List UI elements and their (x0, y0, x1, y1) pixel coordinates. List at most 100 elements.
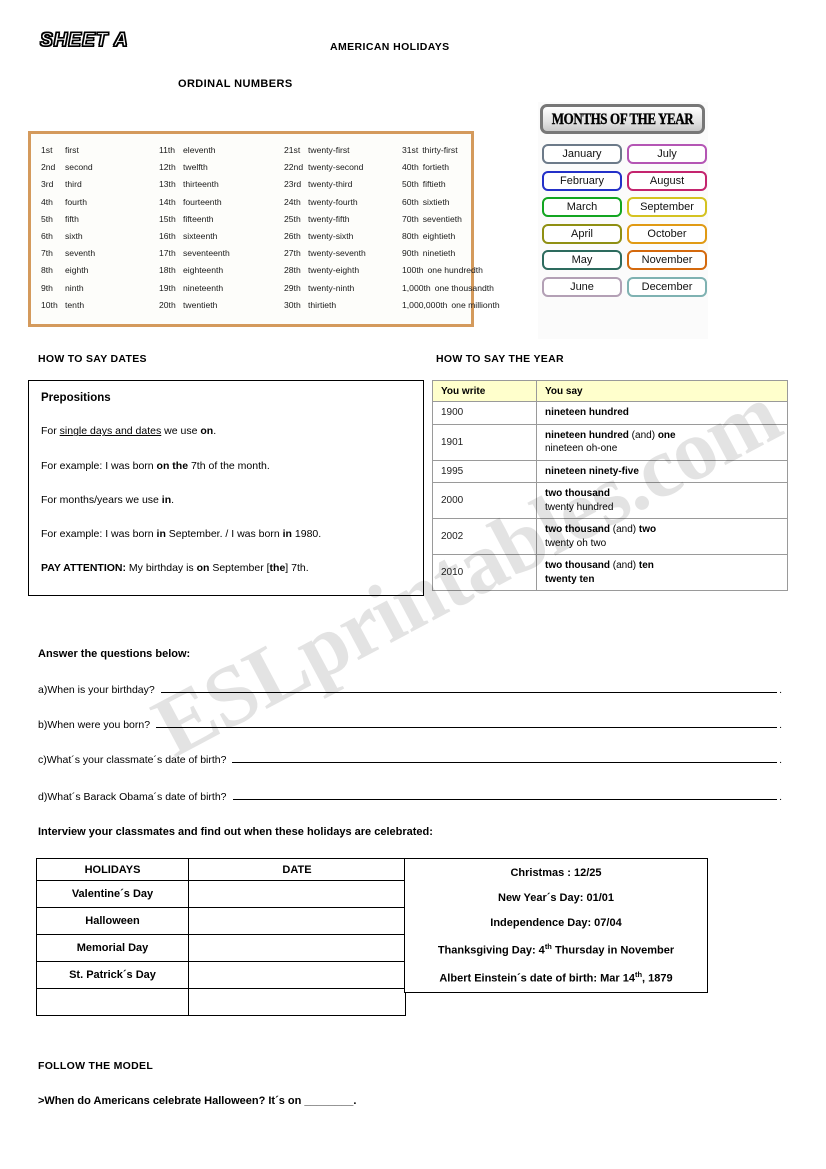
text-fragment: (and) (628, 429, 658, 441)
question-d-terminator: . (779, 791, 782, 803)
year-say-cell: two thousand twenty hundred (536, 482, 788, 519)
ordinal-numeral: 50th (402, 179, 419, 190)
year-say-cell: two thousand (and) ten twenty ten (536, 554, 788, 591)
text-fragment-underlined: single days and dates (59, 425, 162, 438)
ordinal-word: ninth (65, 282, 84, 293)
month-badge-january[interactable]: January (542, 144, 622, 164)
holiday-date-cell[interactable] (188, 880, 406, 908)
month-badge-october[interactable]: October (627, 223, 707, 244)
year-write-cell: 1995 (432, 459, 537, 483)
holidays-table: HOLIDAYS DATE Valentine´s Day Halloween Me… (36, 858, 406, 1016)
worksheet-page: SHEET A AMERICAN HOLIDAYS ORDINAL NUMBER… (0, 0, 826, 1169)
month-badge-march[interactable]: March (542, 197, 622, 217)
reference-dates-panel: Christmas : 12/25 New Year´s Day: 01/01 In… (404, 858, 708, 993)
reference-date-line: Albert Einstein´s date of birth: Mar 14t… (439, 970, 672, 985)
year-table-col-you-say: You say (536, 380, 788, 402)
how-to-say-the-year-table-wrap: You write You say 1900 nineteen hundred 19… (432, 380, 788, 591)
ordinal-word: second (65, 162, 93, 173)
year-say-line: two thousand (and) ten (545, 559, 779, 573)
holiday-date-cell[interactable] (188, 988, 406, 1016)
ordinal-numeral: 24th (284, 196, 301, 207)
month-badge-july[interactable]: July (627, 144, 707, 164)
reference-date-line: Independence Day: 07/04 (490, 917, 621, 929)
ordinal-entry: 1st first (41, 142, 159, 159)
text-fragment: 1980. (291, 527, 322, 540)
ordinal-word: sixtieth (422, 196, 450, 207)
text-fragment: September. / I was born (165, 527, 283, 540)
ordinal-word: eightieth (422, 231, 456, 242)
year-table-row: 2002 two thousand (and) two twenty oh two (432, 518, 788, 555)
question-b-terminator: . (779, 719, 782, 731)
holiday-date-cell[interactable] (188, 961, 406, 989)
month-badge-december[interactable]: December (627, 276, 707, 297)
ordinal-word: eighteenth (183, 265, 224, 276)
ordinal-numbers-box: 1st first 11th eleventh 21st twenty-first 31st… (28, 131, 500, 327)
holiday-name-cell: Halloween (36, 907, 189, 935)
table-row: St. Patrick´s Day (36, 961, 406, 989)
question-c-text: c)What´s your classmate´s date of birth? (38, 754, 227, 766)
month-badge-may[interactable]: May (542, 250, 622, 270)
ordinal-entry: 9th ninth (41, 280, 159, 297)
reference-date-line: New Year´s Day: 01/01 (498, 892, 614, 904)
ordinal-word: one hundredth (427, 265, 483, 276)
ordinal-word: one millionth (451, 299, 500, 310)
question-a-answer-line[interactable] (160, 684, 778, 693)
year-say-line: two thousand (and) two (545, 523, 779, 537)
ordinal-numeral: 31st (402, 145, 419, 155)
ordinal-numeral: 16th (159, 231, 176, 242)
year-table-body: 1900 nineteen hundred 1901 nineteen hundred… (432, 401, 788, 591)
question-c-answer-line[interactable] (232, 754, 778, 763)
ordinal-entry: 60th sixtieth (402, 194, 500, 211)
ordinal-entry: 10th tenth (41, 297, 159, 314)
ordinal-entry: 1,000th one thousandth (402, 280, 500, 297)
ordinal-entry: 6th sixth (41, 228, 159, 245)
month-badge-november[interactable]: November (627, 250, 707, 270)
ordinal-numeral: 6th (41, 231, 53, 242)
month-badge-april[interactable]: April (542, 223, 622, 244)
text-fragment: Albert Einstein´s date of birth: Mar 14 (439, 972, 635, 985)
year-say-line-alt: nineteen oh-one (545, 442, 779, 456)
ordinal-entry: 18th eighteenth (159, 262, 284, 279)
question-a: a)When is your birthday? . (38, 684, 782, 696)
text-fragment: (and) (610, 524, 639, 535)
month-badge-august[interactable]: August (627, 170, 707, 191)
month-badge-september[interactable]: September (627, 197, 707, 217)
year-say-cell: nineteen ninety-five (536, 459, 788, 483)
text-fragment-bold: twenty ten (545, 573, 595, 585)
holiday-date-cell[interactable] (188, 907, 406, 935)
ordinal-numeral: 20th (159, 299, 176, 310)
ordinal-entry: 40th fortieth (402, 159, 500, 176)
text-fragment-bold: nineteen hundred (545, 429, 629, 441)
text-fragment-bold: the (269, 561, 286, 574)
ordinal-suffix: th (634, 969, 643, 979)
ordinal-word: fiftieth (422, 179, 446, 190)
question-d-answer-line[interactable] (232, 791, 778, 800)
page-title: AMERICAN HOLIDAYS (330, 41, 450, 53)
text-fragment-bold: ten (638, 560, 654, 571)
ordinal-entry: 2nd second (41, 159, 159, 176)
ordinal-entry: 31st thirty-first (402, 142, 500, 159)
question-b-answer-line[interactable] (156, 719, 778, 728)
ordinal-numeral: 28th (284, 265, 301, 276)
ordinal-numeral: 60th (402, 196, 419, 207)
text-fragment: September [ (209, 561, 270, 574)
ordinal-numeral: 26th (284, 231, 301, 242)
month-badge-february[interactable]: February (542, 170, 622, 191)
ordinal-entry: 16th sixteenth (159, 228, 284, 245)
holidays-col-holidays: HOLIDAYS (36, 858, 189, 881)
ordinal-numeral: 12th (159, 162, 176, 173)
year-table-row: 2000 two thousand twenty hundred (432, 482, 788, 519)
ordinal-entry: 28th twenty-eighth (284, 262, 402, 279)
ordinal-word: twenty-ninth (308, 282, 355, 293)
ordinal-numeral: 7th (41, 248, 53, 259)
ordinal-word: eleventh (183, 145, 216, 155)
follow-the-model-heading: FOLLOW THE MODEL (38, 1060, 154, 1072)
month-badge-june[interactable]: June (542, 276, 622, 297)
text-fragment: nineteen oh-one (545, 443, 618, 454)
ordinal-numeral: 2nd (41, 162, 56, 173)
year-table: You write You say 1900 nineteen hundred 19… (432, 380, 788, 591)
holiday-date-cell[interactable] (188, 934, 406, 962)
text-fragment: , 1879 (642, 972, 673, 985)
reference-date-line: Christmas : 12/25 (510, 867, 601, 879)
ordinal-numeral: 22nd (284, 162, 304, 173)
